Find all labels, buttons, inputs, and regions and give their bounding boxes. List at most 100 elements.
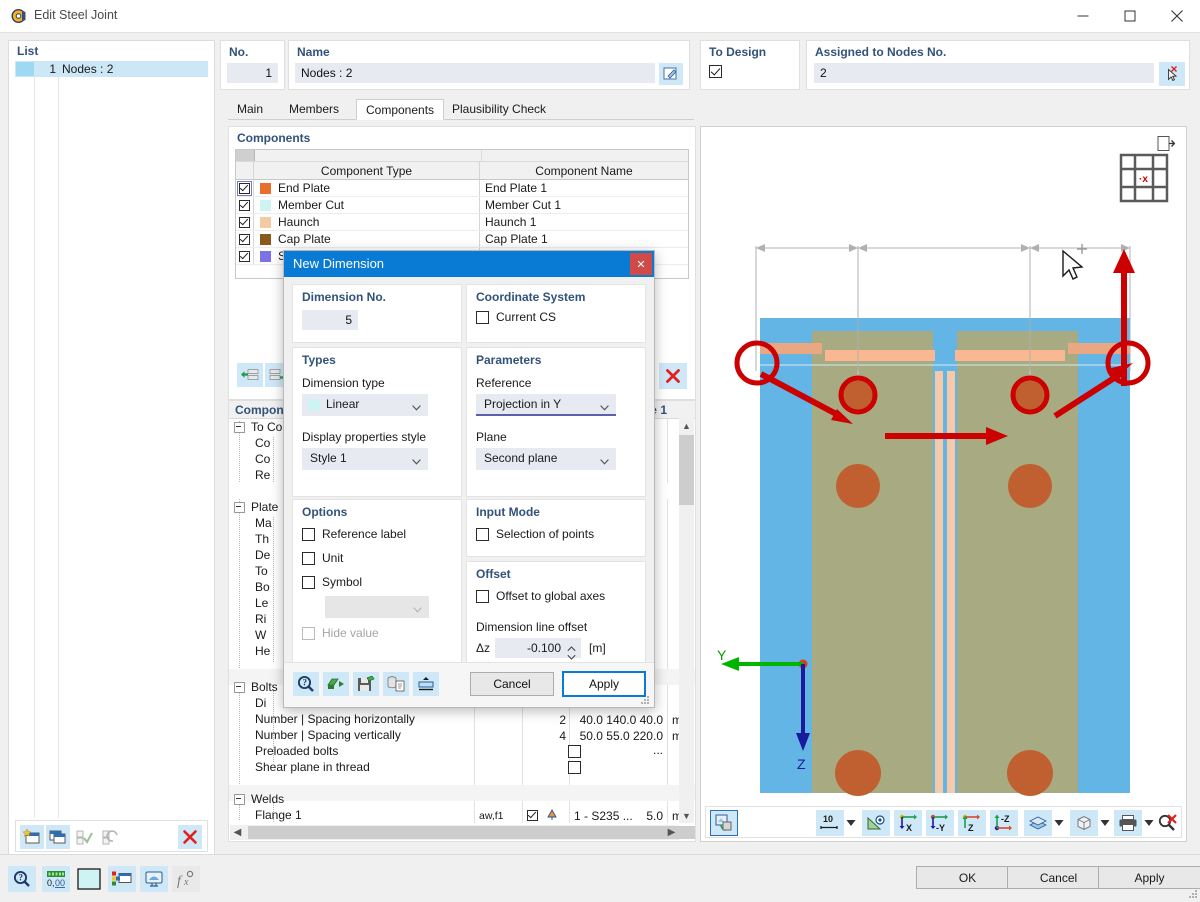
scale-dropdown[interactable] bbox=[842, 810, 860, 836]
tab-components[interactable]: Components bbox=[356, 99, 445, 120]
move-left-button[interactable] bbox=[237, 363, 263, 387]
row-checkbox[interactable] bbox=[237, 180, 252, 196]
axis-x-icon[interactable]: X bbox=[894, 810, 922, 836]
cancel-button[interactable]: Cancel bbox=[470, 672, 554, 696]
resize-grip[interactable] bbox=[640, 694, 650, 704]
import-green-arrow-icon[interactable] bbox=[323, 672, 349, 696]
preloaded-bolts-checkbox[interactable] bbox=[568, 745, 581, 758]
maximize-button[interactable] bbox=[1107, 0, 1153, 31]
assigned-nodes-input[interactable] bbox=[814, 63, 1154, 83]
check-all-button[interactable] bbox=[72, 825, 96, 849]
dimension-line-offset-input[interactable]: -0.100 bbox=[495, 638, 581, 660]
symbol-checkbox[interactable] bbox=[302, 575, 315, 589]
edit-pencil-icon[interactable] bbox=[659, 63, 683, 85]
layers-icon[interactable] bbox=[1024, 810, 1052, 836]
reference-label-option[interactable]: Reference label bbox=[302, 527, 406, 541]
selection-of-points-option[interactable]: Selection of points bbox=[476, 527, 594, 541]
display-style-select[interactable]: Style 1 bbox=[302, 448, 428, 470]
render-settings-button[interactable] bbox=[140, 866, 168, 892]
name-input[interactable] bbox=[295, 63, 655, 83]
axis-z-icon[interactable]: Z bbox=[958, 810, 986, 836]
panel-right-icon[interactable] bbox=[1152, 131, 1180, 157]
offset-to-global-axes-checkbox[interactable] bbox=[476, 589, 489, 603]
spinner-up-icon[interactable] bbox=[567, 641, 576, 652]
cancel-button-main[interactable]: Cancel bbox=[1007, 866, 1110, 889]
selection-of-points-checkbox[interactable] bbox=[476, 527, 489, 541]
window-resize-grip[interactable] bbox=[1188, 888, 1198, 898]
hide-value-checkbox[interactable] bbox=[302, 626, 315, 640]
cube-icon[interactable] bbox=[1070, 810, 1098, 836]
model-viewport[interactable]: Y Z ·x bbox=[705, 131, 1182, 803]
unit-option[interactable]: Unit bbox=[302, 551, 343, 565]
tree-row-welds[interactable]: Welds bbox=[229, 791, 695, 807]
scroll-thumb[interactable] bbox=[679, 435, 694, 505]
expander-icon[interactable] bbox=[234, 681, 245, 693]
ok-button[interactable]: OK bbox=[916, 866, 1019, 889]
table-row[interactable]: Member Cut Member Cut 1 bbox=[236, 197, 688, 214]
row-checkbox[interactable] bbox=[239, 199, 250, 211]
delete-component-button[interactable] bbox=[659, 363, 687, 389]
formula-button[interactable]: f x bbox=[172, 866, 200, 892]
axis-minus-y-icon[interactable]: -Y bbox=[926, 810, 954, 836]
properties-horizontal-scrollbar[interactable]: ◀ ▶ bbox=[230, 825, 695, 840]
table-row[interactable]: End Plate End Plate 1 bbox=[236, 180, 688, 197]
shear-plane-checkbox[interactable] bbox=[568, 761, 581, 774]
table-row[interactable]: Haunch Haunch 1 bbox=[236, 214, 688, 231]
new-item-button[interactable] bbox=[20, 825, 44, 849]
expander-icon[interactable] bbox=[234, 421, 245, 433]
apply-button-main[interactable]: Apply bbox=[1098, 866, 1200, 889]
axis-minus-z-icon[interactable]: -Z bbox=[990, 810, 1018, 836]
scroll-left-icon[interactable]: ◀ bbox=[230, 825, 245, 840]
no-input[interactable] bbox=[227, 63, 278, 83]
copy-item-button[interactable] bbox=[46, 825, 70, 849]
dimension-no-input[interactable] bbox=[302, 310, 358, 330]
render-toggle-icon[interactable] bbox=[710, 810, 738, 836]
display-properties-button[interactable] bbox=[108, 866, 136, 892]
row-checkbox[interactable] bbox=[239, 233, 250, 245]
color-button[interactable] bbox=[74, 866, 104, 892]
info-button[interactable]: ? bbox=[8, 866, 36, 892]
tab-members[interactable]: Members bbox=[280, 99, 348, 120]
save-green-icon[interactable] bbox=[353, 672, 379, 696]
tree-row-shear-plane[interactable]: Shear plane in thread bbox=[229, 759, 695, 775]
scroll-down-icon[interactable]: ▼ bbox=[679, 808, 694, 823]
symbol-select[interactable] bbox=[325, 596, 429, 618]
offset-to-global-axes-option[interactable]: Offset to global axes bbox=[476, 589, 605, 603]
box-view-dropdown[interactable] bbox=[1096, 810, 1114, 836]
scroll-up-icon[interactable]: ▲ bbox=[679, 418, 694, 433]
align-center-icon[interactable] bbox=[413, 672, 439, 696]
ruler-eye-icon[interactable] bbox=[862, 810, 890, 836]
tab-main[interactable]: Main bbox=[228, 99, 272, 120]
layers-dropdown[interactable] bbox=[1050, 810, 1068, 836]
magnifier-question-icon[interactable]: ? bbox=[293, 672, 319, 696]
list-item[interactable]: 1 Nodes : 2 bbox=[15, 61, 208, 77]
scroll-right-icon[interactable]: ▶ bbox=[664, 825, 679, 840]
tree-row-preloaded-bolts[interactable]: Preloaded bolts bbox=[229, 743, 695, 759]
symbol-option[interactable]: Symbol bbox=[302, 575, 362, 589]
weld-enabled-checkbox[interactable] bbox=[527, 810, 538, 821]
hide-value-option[interactable]: Hide value bbox=[302, 626, 379, 640]
close-button[interactable] bbox=[1154, 0, 1200, 31]
scale-10-icon[interactable]: 10 bbox=[816, 810, 844, 836]
invert-selection-button[interactable] bbox=[98, 825, 122, 849]
to-design-checkbox[interactable] bbox=[709, 65, 722, 78]
expander-icon[interactable] bbox=[234, 793, 245, 805]
dimension-type-select[interactable]: Linear bbox=[302, 394, 428, 416]
delete-item-button[interactable] bbox=[178, 825, 202, 849]
spinner-down-icon[interactable] bbox=[567, 649, 576, 660]
reference-label-checkbox[interactable] bbox=[302, 527, 315, 541]
scroll-thumb[interactable] bbox=[248, 826, 695, 839]
table-row[interactable]: Cap Plate Cap Plate 1 bbox=[236, 231, 688, 248]
numeric-settings-button[interactable]: 0, 00 bbox=[42, 866, 70, 892]
apply-button[interactable]: Apply bbox=[562, 671, 646, 697]
magnifier-red-x-icon[interactable] bbox=[1154, 810, 1182, 836]
row-checkbox[interactable] bbox=[239, 216, 250, 228]
current-cs-option[interactable]: Current CS bbox=[476, 310, 556, 324]
printer-icon[interactable] bbox=[1114, 810, 1142, 836]
properties-vertical-scrollbar[interactable]: ▲ ▼ bbox=[679, 418, 694, 823]
current-cs-checkbox[interactable] bbox=[476, 310, 489, 324]
tab-plausibility-check[interactable]: Plausibility Check bbox=[443, 99, 555, 120]
dialog-close-icon[interactable]: ✕ bbox=[630, 253, 652, 275]
minimize-button[interactable] bbox=[1060, 0, 1106, 31]
dialog-title-bar[interactable]: New Dimension ✕ bbox=[284, 251, 654, 277]
